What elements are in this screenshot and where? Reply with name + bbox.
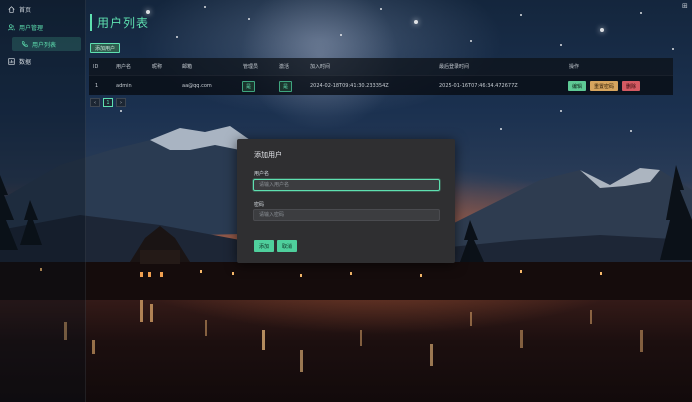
users-icon	[7, 24, 15, 32]
chart-icon	[7, 58, 15, 66]
column-header-email: 邮箱	[182, 64, 193, 70]
password-input[interactable]	[253, 209, 440, 221]
column-header-last-login: 最后登录时间	[439, 64, 470, 70]
cancel-button[interactable]: 取消	[277, 240, 298, 252]
column-header-actions: 操作	[569, 64, 580, 70]
cell-id: 1	[95, 82, 99, 89]
column-header-admin: 管理员	[243, 64, 259, 70]
cell-email: aa@qq.com	[182, 82, 212, 89]
sidebar-item-user-list[interactable]: 用户列表	[12, 37, 81, 51]
admin-badge: 是	[242, 81, 256, 92]
dialog-title: 添加用户	[254, 151, 282, 159]
cell-username: admin	[116, 82, 132, 89]
cell-joined: 2024-02-18T09:41:30.233354Z	[310, 82, 389, 89]
add-user-dialog: 添加用户 用户名 密码 添加 取消	[237, 139, 455, 263]
column-header-active: 激活	[279, 64, 290, 70]
pagination: ‹ 1 ›	[90, 98, 126, 107]
expand-icon[interactable]: ⊞	[682, 3, 689, 10]
password-label: 密码	[254, 202, 265, 208]
add-user-button[interactable]: 添加用户	[90, 43, 121, 53]
sidebar: 首页 用户管理 用户列表 数据	[0, 0, 86, 402]
column-header-username: 用户名	[116, 64, 132, 70]
sidebar-item-label: 用户列表	[32, 41, 57, 49]
sidebar-item-home[interactable]: 首页	[0, 2, 85, 17]
sidebar-item-user-management[interactable]: 用户管理	[0, 20, 85, 35]
edit-button[interactable]: 编辑	[568, 81, 587, 91]
confirm-add-button[interactable]: 添加	[254, 240, 275, 252]
pagination-next-button[interactable]: ›	[116, 98, 126, 107]
page-title: 用户列表	[90, 14, 149, 31]
column-header-joined: 加入时间	[310, 64, 331, 70]
sidebar-item-label: 首页	[19, 7, 32, 14]
cell-last-login: 2025-01-16T07:46:34.472677Z	[439, 82, 518, 89]
user-table: ID 用户名 昵称 邮箱 管理员 激活 加入时间 最后登录时间 操作 1 adm…	[89, 58, 673, 95]
pagination-prev-button[interactable]: ‹	[90, 98, 100, 107]
table-header: ID 用户名 昵称 邮箱 管理员 激活 加入时间 最后登录时间 操作	[89, 58, 673, 75]
delete-button[interactable]: 删除	[622, 81, 641, 91]
home-icon	[7, 6, 15, 14]
pagination-page-1[interactable]: 1	[103, 98, 113, 107]
column-header-id: ID	[93, 63, 99, 70]
sidebar-item-label: 用户管理	[19, 25, 44, 32]
sidebar-item-data[interactable]: 数据	[0, 54, 85, 69]
column-header-nickname: 昵称	[152, 64, 163, 70]
active-badge: 是	[279, 81, 293, 92]
username-label: 用户名	[254, 171, 270, 177]
table-row: 1 admin aa@qq.com 是 是 2024-02-18T09:41:3…	[89, 75, 673, 95]
sidebar-item-label: 数据	[19, 59, 32, 66]
reset-password-button[interactable]: 重置密码	[590, 81, 619, 91]
username-input[interactable]	[253, 179, 440, 191]
phone-icon	[20, 40, 28, 48]
